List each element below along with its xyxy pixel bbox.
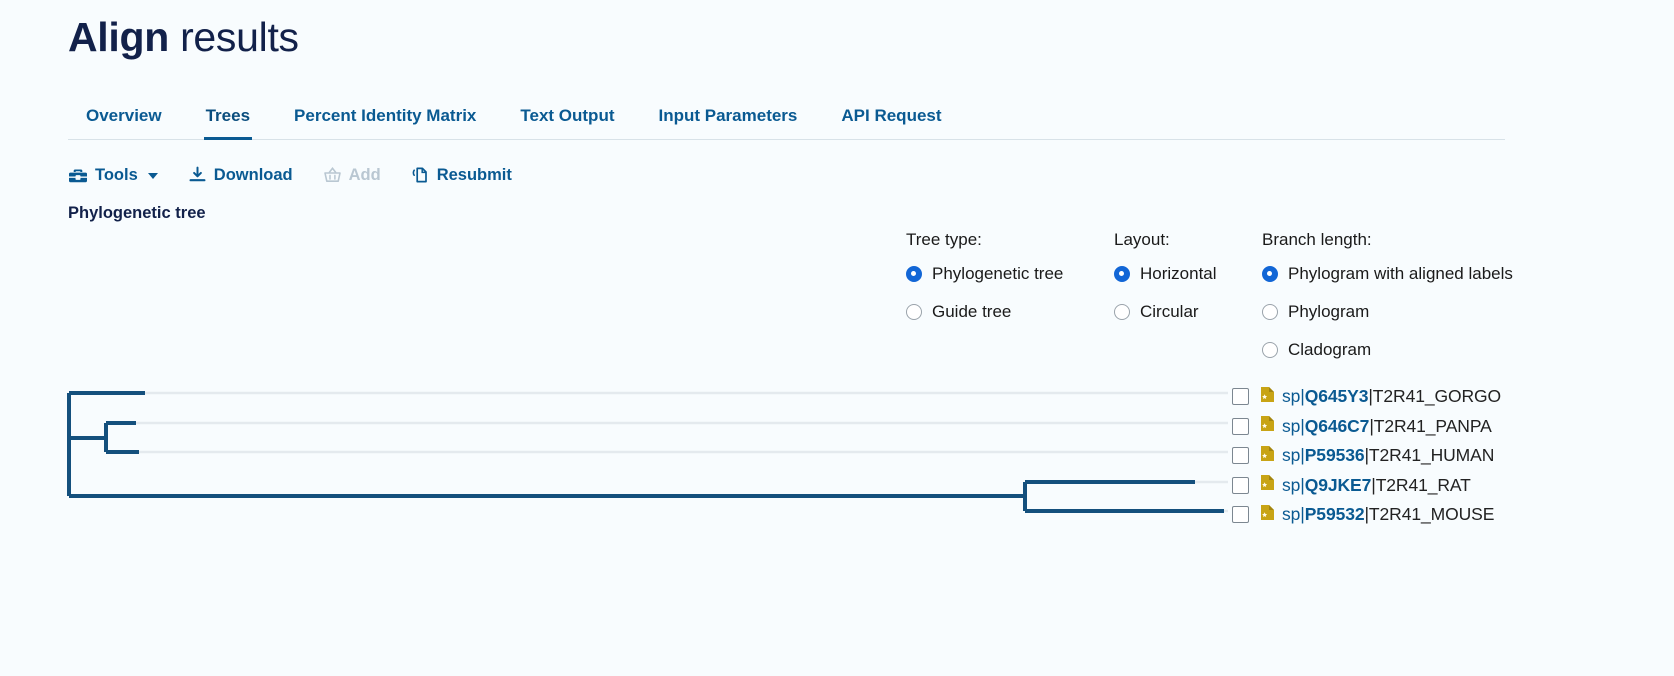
branch-length-group: Branch length: Phylogram with aligned la… bbox=[1262, 230, 1562, 378]
leaf-db: sp| bbox=[1282, 386, 1305, 407]
radio-phylogram-input[interactable] bbox=[1262, 304, 1278, 320]
leaf-accession: Q645Y3 bbox=[1304, 386, 1369, 407]
leaf-accession: P59536 bbox=[1304, 445, 1365, 466]
results-tabs: Overview Trees Percent Identity Matrix T… bbox=[68, 88, 1505, 140]
leaf-label: sp|P59532|T2R41_MOUSE bbox=[1282, 504, 1494, 525]
radio-phylogenetic-tree[interactable]: Phylogenetic tree bbox=[906, 264, 1114, 284]
radio-circular[interactable]: Circular bbox=[1114, 302, 1262, 322]
download-icon bbox=[188, 166, 207, 185]
leaf-checkbox[interactable] bbox=[1232, 476, 1249, 494]
leaf-db: sp| bbox=[1282, 504, 1305, 525]
layout-group: Layout: Horizontal Circular bbox=[1114, 230, 1262, 378]
radio-horizontal-input[interactable] bbox=[1114, 266, 1130, 282]
tools-label: Tools bbox=[95, 166, 138, 184]
leaf-row[interactable]: sp|Q9JKE7|T2R41_RAT bbox=[1232, 471, 1501, 501]
radio-guide-tree-label: Guide tree bbox=[932, 302, 1012, 321]
page-title-light: results bbox=[180, 14, 299, 60]
radio-circular-input[interactable] bbox=[1114, 304, 1130, 320]
radio-horizontal-label: Horizontal bbox=[1140, 264, 1217, 283]
uniprot-entry-icon bbox=[1260, 445, 1275, 467]
leaf-accession: P59532 bbox=[1304, 504, 1365, 525]
toolbox-icon bbox=[68, 167, 88, 185]
tools-button[interactable]: Tools bbox=[68, 162, 172, 189]
download-button[interactable]: Download bbox=[188, 162, 307, 189]
results-toolbar: Tools Download Add Resubmit bbox=[68, 162, 542, 189]
leaf-checkbox[interactable] bbox=[1232, 417, 1249, 435]
leaf-label: sp|Q9JKE7|T2R41_RAT bbox=[1282, 475, 1471, 496]
radio-cladogram-label: Cladogram bbox=[1288, 340, 1372, 359]
tree-branches bbox=[67, 391, 1224, 513]
tree-type-title: Tree type: bbox=[906, 230, 982, 249]
align-results-page: Align results Overview Trees Percent Ide… bbox=[0, 0, 1674, 676]
resubmit-label: Resubmit bbox=[436, 166, 512, 184]
branch-length-title: Branch length: bbox=[1262, 230, 1372, 249]
leaf-checkbox[interactable] bbox=[1232, 447, 1249, 465]
radio-phylogram-label: Phylogram bbox=[1288, 302, 1370, 321]
leaf-accession: Q9JKE7 bbox=[1304, 474, 1372, 495]
aligned-leader-lines bbox=[136, 391, 1228, 513]
tree-leaf-list: sp|Q645Y3|T2R41_GORGO sp|Q646C7|T2R41_PA… bbox=[1232, 382, 1501, 530]
uniprot-entry-icon bbox=[1260, 474, 1275, 496]
leaf-row[interactable]: sp|Q646C7|T2R41_PANPA bbox=[1232, 412, 1501, 442]
radio-horizontal[interactable]: Horizontal bbox=[1114, 264, 1262, 284]
tab-input-parameters[interactable]: Input Parameters bbox=[637, 106, 820, 139]
leaf-suffix: |T2R41_HUMAN bbox=[1364, 445, 1495, 466]
leaf-row[interactable]: sp|P59532|T2R41_MOUSE bbox=[1232, 500, 1501, 530]
tree-options: Tree type: Phylogenetic tree Guide tree … bbox=[906, 230, 1562, 378]
uniprot-entry-icon bbox=[1260, 415, 1275, 437]
tab-trees[interactable]: Trees bbox=[184, 106, 272, 140]
leaf-checkbox[interactable] bbox=[1232, 506, 1249, 524]
tree-type-group: Tree type: Phylogenetic tree Guide tree bbox=[906, 230, 1114, 378]
leaf-label: sp|Q646C7|T2R41_PANPA bbox=[1282, 416, 1492, 437]
leaf-label: sp|Q645Y3|T2R41_GORGO bbox=[1282, 386, 1501, 407]
tab-api-request[interactable]: API Request bbox=[819, 106, 963, 139]
leaf-suffix: |T2R41_GORGO bbox=[1368, 386, 1502, 407]
basket-icon bbox=[323, 166, 342, 185]
leaf-suffix: |T2R41_MOUSE bbox=[1364, 504, 1495, 525]
leaf-suffix: |T2R41_RAT bbox=[1371, 474, 1471, 495]
leaf-row[interactable]: sp|P59536|T2R41_HUMAN bbox=[1232, 441, 1501, 471]
tab-text-output[interactable]: Text Output bbox=[498, 106, 636, 139]
layout-title: Layout: bbox=[1114, 230, 1170, 249]
resubmit-button[interactable]: Resubmit bbox=[411, 162, 526, 189]
radio-phylogram-aligned-labels-label: Phylogram with aligned labels bbox=[1288, 264, 1513, 283]
radio-phylogram-aligned-labels-input[interactable] bbox=[1262, 266, 1278, 282]
leaf-db: sp| bbox=[1282, 415, 1305, 436]
uniprot-entry-icon bbox=[1260, 386, 1275, 408]
uniprot-entry-icon bbox=[1260, 504, 1275, 526]
tab-overview[interactable]: Overview bbox=[68, 106, 184, 139]
radio-cladogram-input[interactable] bbox=[1262, 342, 1278, 358]
radio-phylogram[interactable]: Phylogram bbox=[1262, 302, 1562, 322]
leaf-checkbox[interactable] bbox=[1232, 388, 1249, 406]
add-button[interactable]: Add bbox=[323, 162, 395, 189]
radio-phylogenetic-tree-label: Phylogenetic tree bbox=[932, 264, 1064, 283]
radio-cladogram[interactable]: Cladogram bbox=[1262, 340, 1562, 360]
radio-circular-label: Circular bbox=[1140, 302, 1199, 321]
radio-phylogenetic-tree-input[interactable] bbox=[906, 266, 922, 282]
chevron-down-icon bbox=[147, 172, 158, 179]
tab-percent-identity-matrix[interactable]: Percent Identity Matrix bbox=[272, 106, 498, 139]
page-title: Align results bbox=[68, 14, 299, 61]
section-heading: Phylogenetic tree bbox=[68, 204, 206, 222]
copy-document-icon bbox=[411, 166, 430, 185]
radio-phylogram-aligned-labels[interactable]: Phylogram with aligned labels bbox=[1262, 264, 1562, 284]
download-label: Download bbox=[213, 166, 293, 184]
leaf-accession: Q646C7 bbox=[1304, 415, 1370, 436]
leaf-label: sp|P59536|T2R41_HUMAN bbox=[1282, 445, 1494, 466]
leaf-row[interactable]: sp|Q645Y3|T2R41_GORGO bbox=[1232, 382, 1501, 412]
radio-guide-tree-input[interactable] bbox=[906, 304, 922, 320]
leaf-db: sp| bbox=[1282, 474, 1305, 495]
leaf-suffix: |T2R41_PANPA bbox=[1369, 415, 1492, 436]
leaf-db: sp| bbox=[1282, 445, 1305, 466]
radio-guide-tree[interactable]: Guide tree bbox=[906, 302, 1114, 322]
add-label: Add bbox=[348, 166, 381, 184]
page-title-strong: Align bbox=[68, 14, 169, 60]
